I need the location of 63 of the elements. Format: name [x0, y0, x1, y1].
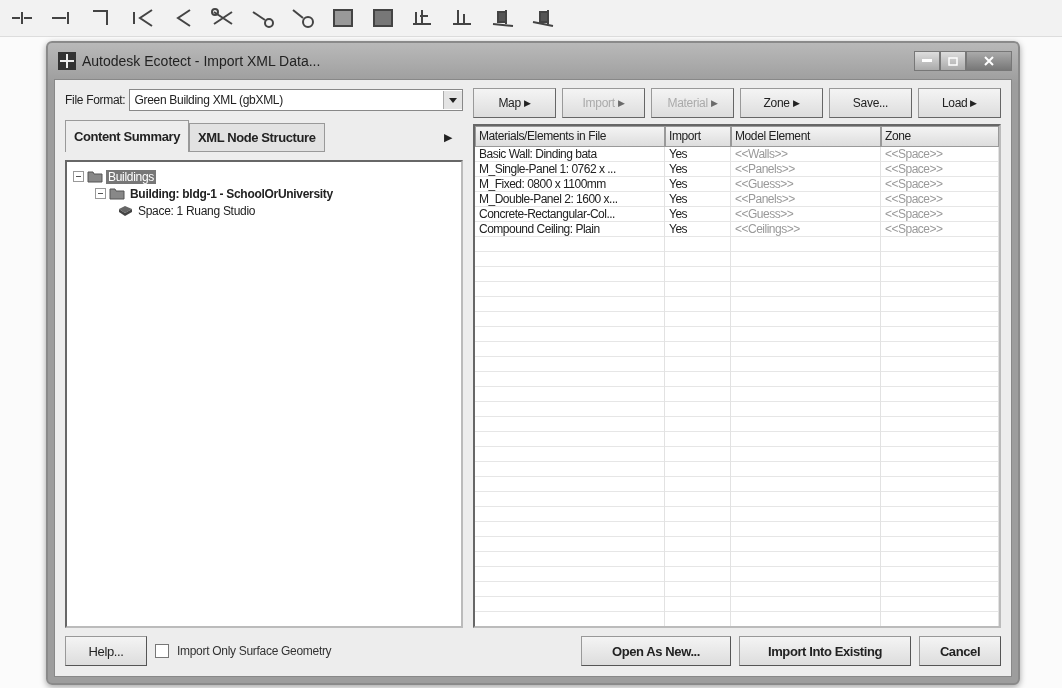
table-cell-text: <<Panels>>	[734, 162, 796, 177]
table-cell-text: <<Panels>>	[734, 192, 796, 207]
tree-item[interactable]: Buildings	[106, 169, 156, 184]
column-header[interactable]: Import	[665, 126, 731, 147]
maximize-button[interactable]	[940, 51, 966, 71]
column-header[interactable]: Model Element	[731, 126, 881, 147]
table-cell-text: Compound Ceiling: Plain	[478, 222, 601, 237]
format-dropdown[interactable]: Green Building XML (gbXML)	[129, 89, 463, 111]
close-icon	[984, 56, 994, 66]
close-button[interactable]	[966, 51, 1012, 71]
table-cell-text: <<Space>>	[884, 162, 944, 177]
link-icon[interactable]	[290, 6, 316, 30]
toolbar-button[interactable]: Zone ▶	[740, 88, 823, 118]
tree-item[interactable]: Building: bldg-1 - SchoolOrUniversity	[128, 186, 335, 201]
toolbar-button[interactable]: Save...	[829, 88, 912, 118]
app-logo-icon	[58, 52, 76, 70]
table-cell-text: Basic Wall: Dinding bata	[478, 147, 598, 162]
table-cell-text: Yes	[668, 222, 689, 237]
tree-item[interactable]: Space: 1 Ruang Studio	[136, 203, 258, 218]
maximize-icon	[948, 56, 958, 66]
folder-icon	[109, 187, 125, 200]
table-cell-text: <<Ceilings>>	[734, 222, 801, 237]
table-cell-text: <<Space>>	[884, 207, 944, 222]
dialog-button[interactable]: Cancel	[919, 636, 1001, 666]
table-cell-text: M_Double-Panel 2: 1600 x...	[478, 192, 619, 207]
table-cell-text: <<Space>>	[884, 177, 944, 192]
dialog-button[interactable]: Import Into Existing	[739, 636, 911, 666]
table-cell-text: Yes	[668, 147, 689, 162]
checkbox[interactable]	[155, 644, 169, 658]
panel-icon[interactable]	[330, 6, 356, 30]
minimize-icon	[922, 59, 932, 63]
minimize-button[interactable]	[914, 51, 940, 71]
table-cell-text: <<Space>>	[884, 147, 944, 162]
column-header[interactable]: Materials/Elements in File	[475, 126, 665, 147]
toolbar-button[interactable]: Load ▶	[918, 88, 1001, 118]
window-title: Autodesk Ecotect - Import XML Data...	[82, 53, 322, 69]
table-cell-text: <<Guess>>	[734, 207, 795, 222]
folder-icon	[87, 170, 103, 183]
panel-icon[interactable]	[370, 6, 396, 30]
caret-icon	[449, 97, 457, 103]
table-cell-text: M_Single-Panel 1: 0762 x ...	[478, 162, 617, 177]
scroll-tabs-button[interactable]: ▶	[433, 123, 463, 152]
table-cell-text: Yes	[668, 207, 689, 222]
table-cell-text: Yes	[668, 177, 689, 192]
checkbox-label[interactable]: Import Only Surface Geometry	[177, 644, 332, 658]
collapse-icon[interactable]	[95, 188, 106, 199]
table-cell-text: Yes	[668, 192, 689, 207]
cube-icon	[117, 204, 133, 217]
tab[interactable]: Content Summary	[65, 120, 189, 152]
table-cell-text: M_Fixed: 0800 x 1100mm	[478, 177, 607, 192]
help-button[interactable]: Help...	[65, 636, 147, 666]
column-header[interactable]: Zone	[881, 126, 999, 147]
toolbar-button[interactable]: Map ▶	[473, 88, 556, 118]
table-cell-text: <<Guess>>	[734, 177, 795, 192]
table-cell-text: Concrete-Rectangular-Col...	[478, 207, 616, 222]
table-cell-text: Yes	[668, 162, 689, 177]
table-cell-text: <<Walls>>	[734, 147, 789, 162]
table-cell-text: <<Space>>	[884, 192, 944, 207]
field-label: File Format:	[65, 93, 126, 107]
dialog-button[interactable]: Open As New...	[581, 636, 731, 666]
tab[interactable]: XML Node Structure	[188, 123, 325, 152]
collapse-icon[interactable]	[73, 171, 84, 182]
table-cell-text: <<Space>>	[884, 222, 944, 237]
